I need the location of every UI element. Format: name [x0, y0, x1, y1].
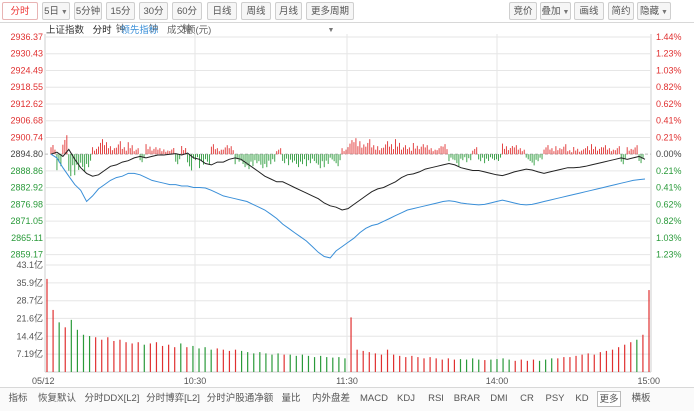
indicator-tab-label: 恢复默认: [37, 393, 76, 404]
volume-tick-label: 28.7亿: [16, 295, 43, 306]
indicator-tab-5[interactable]: 量比: [279, 391, 303, 407]
indicator-tab-label: PSY: [545, 393, 565, 404]
intraday-chart: 2936.37 1.44% 2930.43 1.23% 2924.49 1.03% 2918…: [10, 32, 682, 386]
indicator-tab-10[interactable]: BRAR: [451, 391, 483, 407]
indicator-tab-11[interactable]: DMI: [487, 391, 511, 407]
percent-tick-label: 1.23%: [656, 250, 682, 260]
indicator-tab-label: CR: [520, 393, 534, 404]
time-tick-label: 14:00: [486, 376, 509, 386]
volume-tick-label: 35.9亿: [16, 277, 43, 288]
indicator-tab-label: 量比: [281, 393, 301, 404]
indicator-tab-label: BRAR: [453, 393, 481, 404]
percent-tick-label: 1.23%: [656, 49, 682, 59]
time-tick-label: 10:30: [184, 376, 207, 386]
indicator-tab-label: 分时博弈[L2]: [146, 393, 200, 404]
percent-tick-label: 0.62%: [656, 99, 682, 109]
percent-tick-label: 0.00%: [656, 149, 682, 159]
time-tick-label: 05/12: [32, 376, 55, 386]
indicator-tab-label: MACD: [360, 393, 388, 404]
indicator-tab-14[interactable]: KD: [572, 391, 592, 407]
indicator-tab-label: 分时DDX[L2]: [84, 393, 140, 404]
percent-tick-label: 0.62%: [656, 199, 682, 209]
time-tick-label: 11:30: [336, 376, 358, 386]
percent-tick-label: 0.82%: [656, 82, 682, 92]
indicator-tab-6[interactable]: 内外盘差: [306, 391, 356, 407]
price-tick-label: 2906.68: [10, 116, 43, 126]
volume-tick-label: 21.6亿: [16, 312, 43, 323]
price-tick-label: 2882.92: [10, 183, 43, 193]
volume-tick-label: 14.4亿: [16, 330, 43, 341]
indicator-tab-15[interactable]: 更多: [597, 391, 621, 407]
indicator-tab-label: DMI: [490, 393, 508, 404]
indicator-tab-label: 横板: [631, 393, 651, 404]
indicator-toolbar: 指标 恢复默认 分时DDX[L2] 分时博弈[L2] 分时沪股通净额 量比 内外盘差 MACD…: [0, 387, 694, 411]
indicator-tab-label: 分时沪股通净额: [206, 393, 274, 404]
indicator-tab-2[interactable]: 分时DDX[L2]: [82, 391, 142, 407]
indicator-tab-label: 更多: [599, 394, 619, 405]
price-tick-label: 2918.55: [10, 82, 43, 92]
indicator-tab-8[interactable]: KDJ: [393, 391, 419, 407]
indicator-tab-7[interactable]: MACD: [359, 391, 389, 407]
volume-tick-label: 43.1亿: [16, 259, 43, 270]
price-tick-label: 2930.43: [10, 49, 43, 59]
indicator-tab-9[interactable]: RSI: [424, 391, 448, 407]
indicator-tab-12[interactable]: CR: [516, 391, 538, 407]
indicator-tab-label: 内外盘差: [311, 393, 350, 404]
percent-tick-label: 0.82%: [656, 216, 682, 226]
price-tick-label: 2912.62: [10, 99, 43, 109]
lead-line: [50, 153, 646, 259]
price-tick-label: 2865.11: [11, 233, 43, 243]
price-tick-label: 2924.49: [10, 65, 43, 75]
price-tick-label: 2900.74: [10, 132, 43, 142]
percent-tick-label: 0.41%: [656, 116, 682, 126]
indicator-tab-1[interactable]: 恢复默认: [34, 391, 80, 407]
indicator-tab-0[interactable]: 指标: [4, 391, 32, 407]
indicator-tab-16[interactable]: 横板: [627, 391, 655, 407]
percent-tick-label: 0.41%: [656, 183, 682, 193]
percent-tick-label: 0.21%: [656, 132, 682, 142]
percent-tick-label: 1.44%: [656, 32, 682, 42]
time-tick-label: 15:00: [637, 376, 660, 386]
price-tick-label: 2936.37: [10, 32, 43, 42]
indicator-tab-label: 指标: [8, 393, 28, 404]
indicator-tab-label: KDJ: [397, 393, 415, 404]
indicator-tab-label: RSI: [428, 393, 444, 404]
price-tick-label: 2888.86: [10, 166, 43, 176]
indicator-tab-label: KD: [575, 393, 589, 404]
volume-tick-label: 7.19亿: [16, 348, 43, 359]
price-tick-label: 2894.80: [10, 149, 43, 159]
price-tick-label: 2876.98: [10, 199, 43, 209]
price-tick-label: 2871.05: [10, 216, 43, 226]
indicator-tab-3[interactable]: 分时博弈[L2]: [144, 391, 202, 407]
percent-tick-label: 0.21%: [656, 166, 682, 176]
percent-tick-label: 1.03%: [656, 233, 682, 243]
percent-tick-label: 1.03%: [656, 65, 682, 75]
price-tick-label: 2859.17: [10, 250, 43, 260]
indicator-tab-4[interactable]: 分时沪股通净额: [204, 391, 276, 407]
indicator-tab-13[interactable]: PSY: [542, 391, 568, 407]
